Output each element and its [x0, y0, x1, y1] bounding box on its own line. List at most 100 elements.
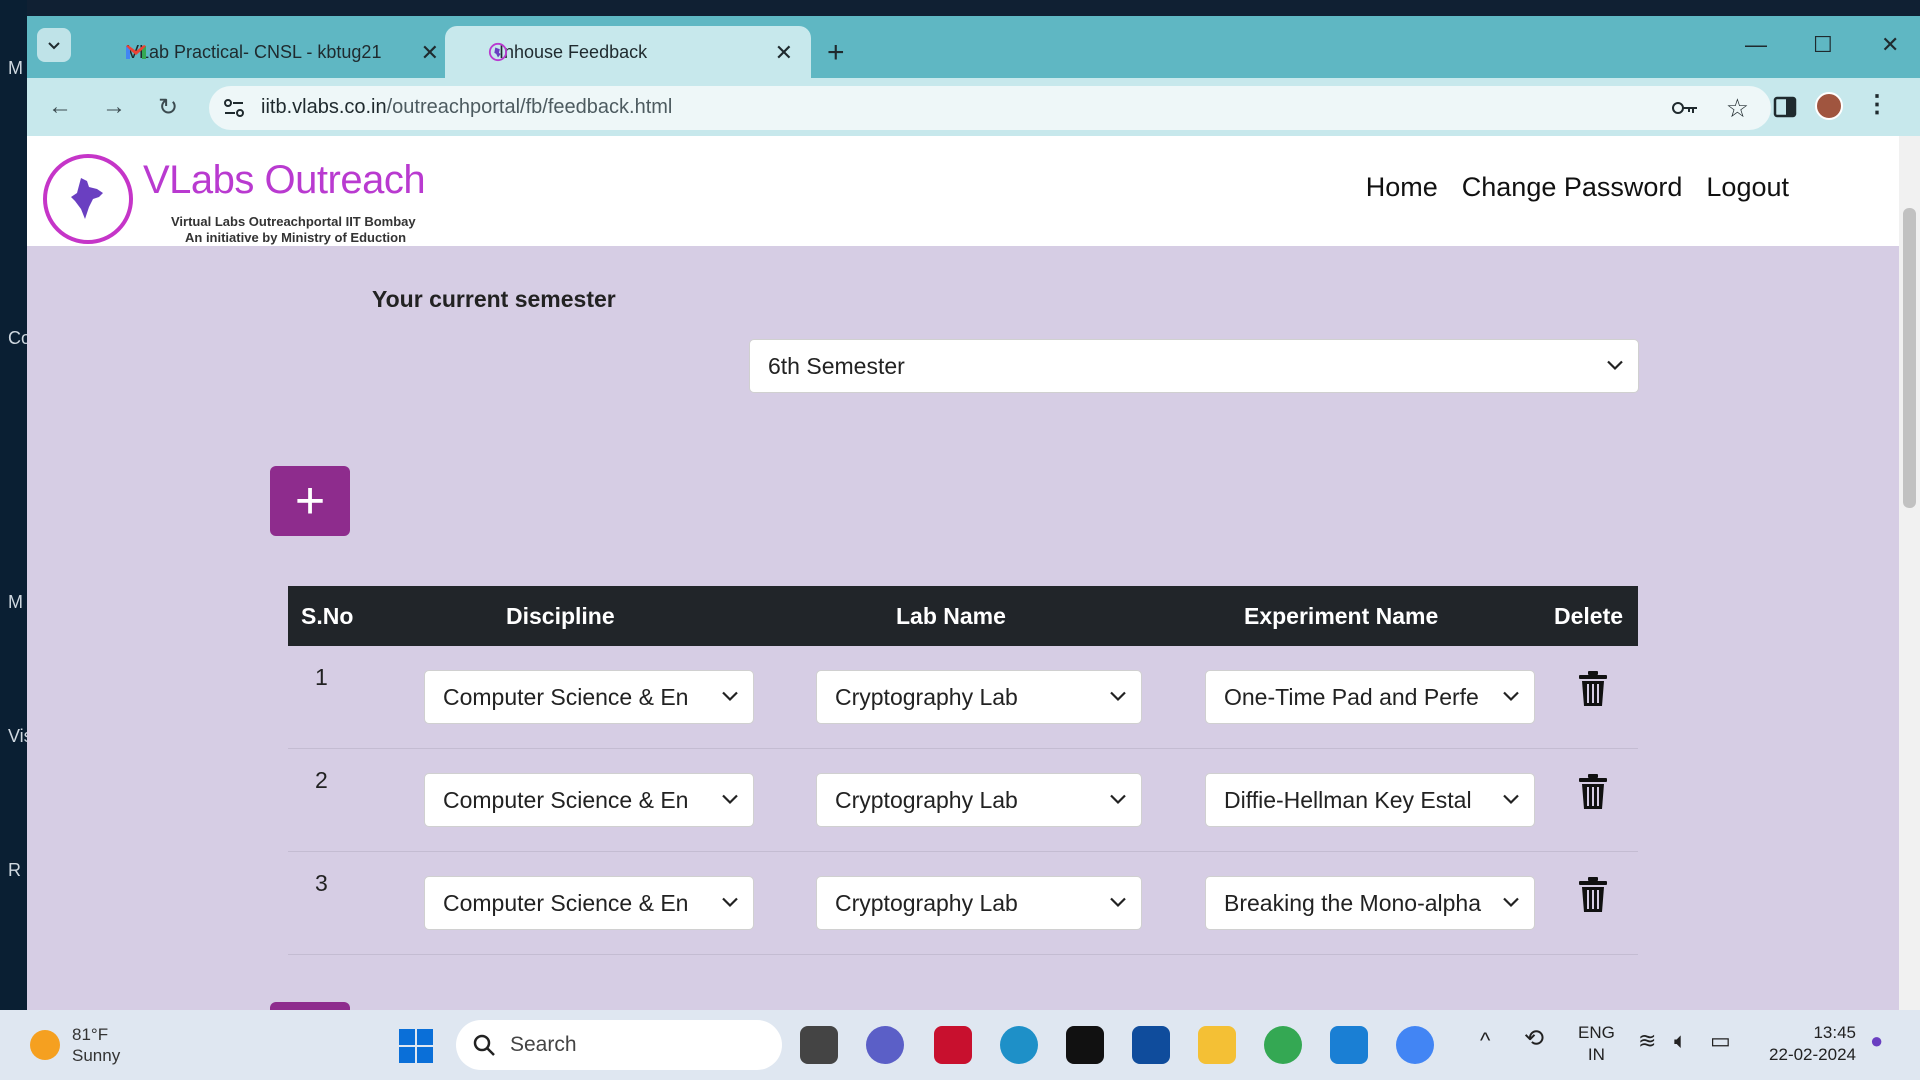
table-row: 3 Computer Science & En Cryptography Lab…	[288, 852, 1638, 955]
lang-code: ENG	[1578, 1023, 1615, 1042]
close-window-icon[interactable]: ✕	[1881, 32, 1899, 58]
tab-label: VLab Practical- CNSL - kbtug21	[127, 41, 382, 62]
experiment-select[interactable]: Breaking the Mono-alpha	[1205, 876, 1535, 930]
clock[interactable]: 13:45 22-02-2024	[1760, 1022, 1856, 1066]
gmail-icon	[126, 45, 146, 59]
side-panel-icon[interactable]	[1773, 96, 1797, 118]
site-info-icon[interactable]	[223, 98, 245, 118]
add-row-button[interactable]: +	[270, 466, 350, 536]
discipline-value: Computer Science & En	[443, 683, 689, 710]
battery-icon[interactable]: ▭	[1710, 1030, 1731, 1052]
sun-icon	[30, 1030, 60, 1060]
close-icon[interactable]: ✕	[421, 40, 439, 66]
site-header: VLabs Outreach Virtual Labs Outreachport…	[27, 136, 1899, 246]
desktop-top-strip	[0, 0, 1920, 16]
vlabs-logo[interactable]	[43, 154, 133, 244]
taskbar-search[interactable]: Search	[456, 1020, 782, 1070]
task-view-icon[interactable]	[800, 1026, 838, 1064]
profile-avatar[interactable]	[1815, 92, 1843, 120]
nav-home[interactable]: Home	[1366, 172, 1438, 203]
col-delete: Delete	[1554, 603, 1624, 629]
close-icon[interactable]: ✕	[775, 40, 793, 66]
weather-desc: Sunny	[72, 1046, 121, 1065]
india-map-icon	[71, 178, 103, 219]
trash-icon[interactable]	[1578, 876, 1608, 914]
logo-tagline: An initiative by Ministry of Eduction	[185, 230, 407, 245]
store-icon[interactable]	[1132, 1026, 1170, 1064]
nav-change-password[interactable]: Change Password	[1462, 172, 1683, 203]
back-icon[interactable]: ←	[45, 92, 75, 122]
windows-start-icon[interactable]	[398, 1028, 434, 1064]
table-header: S.No Discipline Lab Name Experiment Name…	[288, 586, 1638, 646]
semester-select[interactable]: 6th Semester	[749, 339, 1639, 393]
menu-icon[interactable]: ⋮	[1865, 90, 1889, 119]
mcafee-icon[interactable]	[934, 1026, 972, 1064]
experiment-select[interactable]: Diffie-Hellman Key Estal	[1205, 773, 1535, 827]
chevron-up-icon[interactable]: ^	[1480, 1030, 1490, 1052]
experiment-value: Breaking the Mono-alpha	[1224, 889, 1481, 916]
trash-icon[interactable]	[1578, 773, 1608, 811]
row-sno: 1	[315, 664, 328, 690]
col-lab-name: Lab Name	[896, 603, 1006, 629]
file-explorer-icon[interactable]	[1198, 1026, 1236, 1064]
chrome-profile-icon[interactable]	[1396, 1026, 1434, 1064]
chevron-down-icon	[1109, 790, 1127, 811]
volume-icon[interactable]: 🔈︎	[1674, 1030, 1687, 1052]
reload-icon[interactable]: ↻	[153, 92, 183, 122]
sync-icon[interactable]: ⟲	[1524, 1027, 1544, 1051]
discipline-select[interactable]: Computer Science & En	[424, 876, 754, 930]
vlabs-favicon-icon	[488, 42, 508, 62]
edge-icon[interactable]	[1000, 1026, 1038, 1064]
semester-label: Your current semester	[372, 286, 616, 312]
app-icon[interactable]	[1066, 1026, 1104, 1064]
scrollbar-thumb[interactable]	[1903, 208, 1916, 508]
lab-value: Cryptography Lab	[835, 683, 1018, 710]
page-content: VLabs Outreach Virtual Labs Outreachport…	[27, 136, 1899, 1010]
notification-bell-icon[interactable]: ●	[1870, 1030, 1883, 1052]
search-placeholder: Search	[510, 1033, 577, 1056]
experiment-select[interactable]: One-Time Pad and Perfe	[1205, 670, 1535, 724]
language-indicator[interactable]: ENG IN	[1578, 1022, 1615, 1066]
maximize-icon[interactable]: ☐	[1813, 32, 1833, 58]
logo-subtitle: Virtual Labs Outreachportal IIT Bombay	[171, 214, 416, 229]
desktop-left-strip: M Co M Vis R	[0, 0, 33, 1010]
teams-icon[interactable]	[866, 1026, 904, 1064]
vscode-icon[interactable]	[1330, 1026, 1368, 1064]
minimize-icon[interactable]: —	[1745, 32, 1767, 58]
address-bar[interactable]: iitb.vlabs.co.in/outreachportal/fb/feedb…	[209, 86, 1771, 130]
lab-select[interactable]: Cryptography Lab	[816, 670, 1142, 724]
tab-bar: VLab Practical- CNSL - kbtug21 ✕ Inhouse…	[27, 16, 1920, 78]
lab-select[interactable]: Cryptography Lab	[816, 773, 1142, 827]
region-code: IN	[1587, 1045, 1605, 1064]
discipline-select[interactable]: Computer Science & En	[424, 670, 754, 724]
page-scrollbar[interactable]	[1899, 136, 1920, 1010]
lab-select[interactable]: Cryptography Lab	[816, 876, 1142, 930]
tab-inhouse-feedback[interactable]: Inhouse Feedback ✕	[445, 26, 811, 78]
discipline-select[interactable]: Computer Science & En	[424, 773, 754, 827]
tab-vlab-practical[interactable]: VLab Practical- CNSL - kbtug21 ✕	[87, 26, 457, 78]
clock-date: 22-02-2024	[1769, 1045, 1856, 1064]
new-tab-button[interactable]: +	[827, 38, 845, 68]
chrome-icon[interactable]	[1264, 1026, 1302, 1064]
top-nav: Home Change Password Logout	[1366, 172, 1789, 203]
semester-value: 6th Semester	[768, 352, 905, 379]
lab-value: Cryptography Lab	[835, 889, 1018, 916]
trash-icon[interactable]	[1578, 670, 1608, 708]
key-icon[interactable]	[1671, 98, 1699, 118]
weather-widget[interactable]: 81°F Sunny	[30, 1024, 120, 1066]
chevron-down-icon	[1502, 893, 1520, 914]
submit-button-partial[interactable]	[270, 1002, 350, 1010]
experiment-value: Diffie-Hellman Key Estal	[1224, 786, 1472, 813]
discipline-value: Computer Science & En	[443, 889, 689, 916]
tab-search-button[interactable]	[37, 28, 71, 62]
nav-logout[interactable]: Logout	[1706, 172, 1789, 203]
search-icon	[473, 1034, 495, 1056]
discipline-value: Computer Science & En	[443, 786, 689, 813]
star-icon[interactable]: ☆	[1726, 93, 1749, 124]
table-row: 1 Computer Science & En Cryptography Lab…	[288, 646, 1638, 749]
row-sno: 3	[315, 870, 328, 896]
wifi-icon[interactable]: ≋	[1638, 1030, 1656, 1052]
url-path: /outreachportal/fb/feedback.html	[386, 96, 673, 118]
forward-icon[interactable]: →	[99, 92, 129, 122]
taskbar: 81°F Sunny Search ^ ⟲ ENG IN ≋ 🔈︎ ▭ 13:4…	[0, 1010, 1920, 1080]
